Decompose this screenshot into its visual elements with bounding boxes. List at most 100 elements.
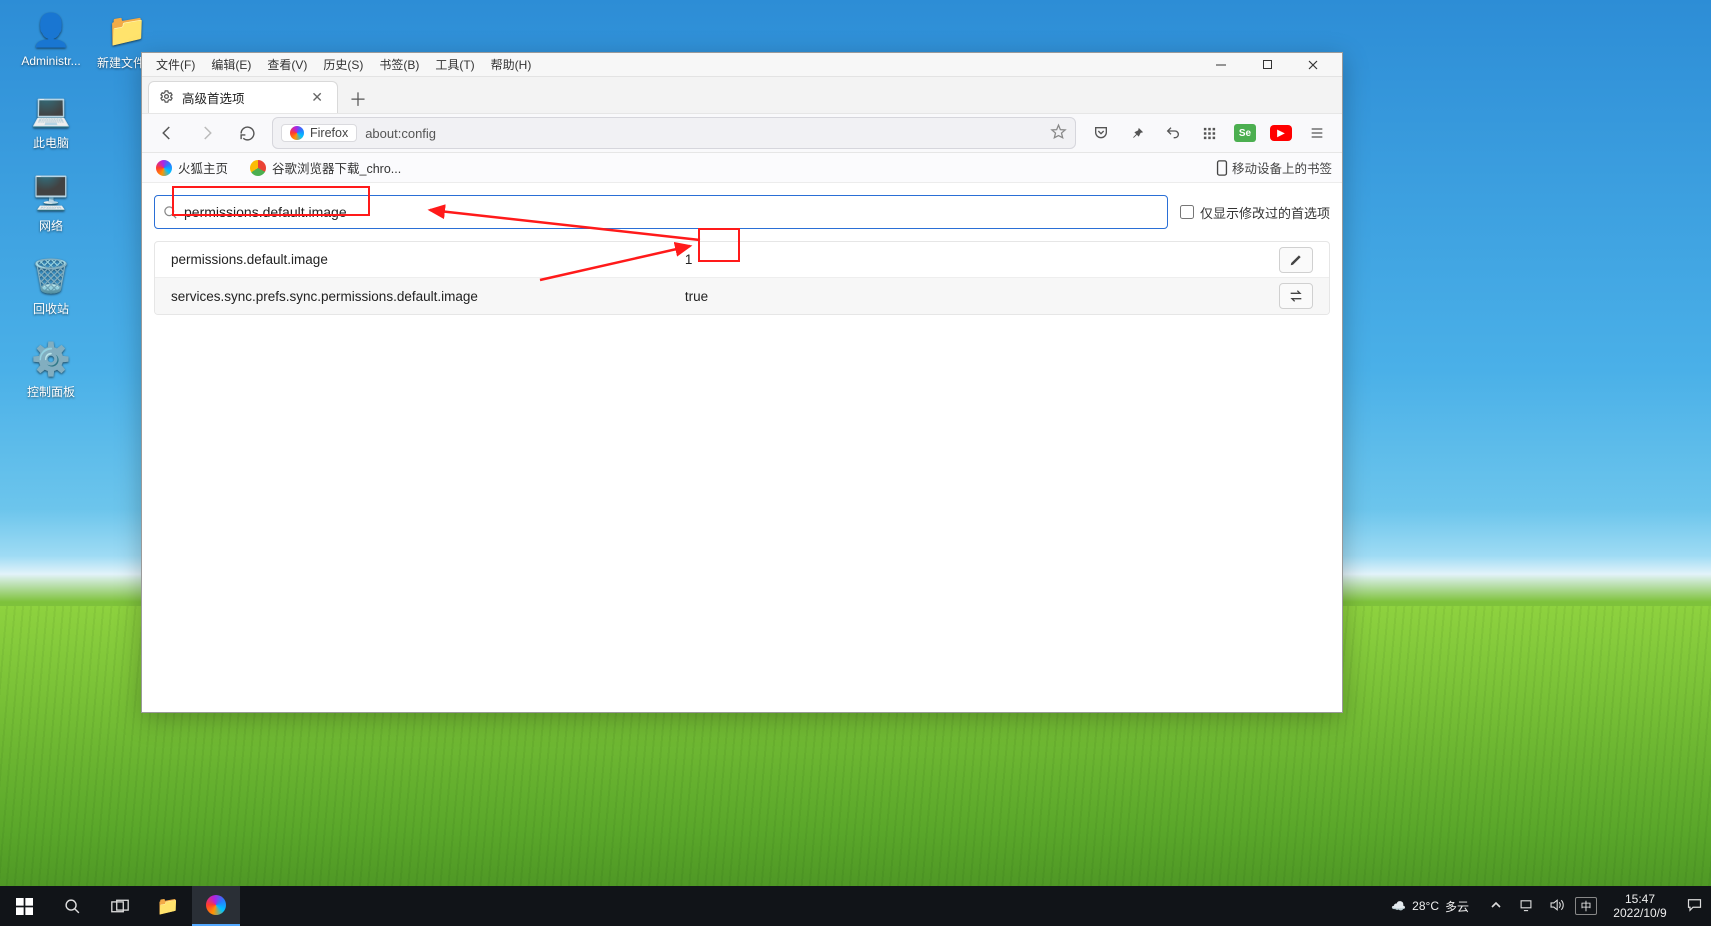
taskbar-firefox[interactable] [192,886,240,926]
menu-tools[interactable]: 工具(T) [427,54,482,75]
bookmark-label: 谷歌浏览器下载_chro... [272,158,401,177]
tray-network[interactable] [1515,898,1537,915]
forward-button[interactable] [192,118,222,148]
edit-pref-button[interactable] [1279,247,1313,273]
tab-strip: 高级首选项 ✕ ＋ [142,77,1342,113]
tab-about-config[interactable]: 高级首选项 ✕ [148,81,338,113]
pocket-icon [1093,125,1109,141]
taskbar: 📁 ☁️ 28°C 多云 中 15:47 2022/10/9 [0,886,1711,926]
desktop-icon-control-panel[interactable]: ⚙️ 控制面板 [14,339,88,400]
about-config-content: 仅显示修改过的首选项 permissions.default.image 1 s… [142,183,1342,712]
pin-button[interactable] [1122,118,1152,148]
gear-icon: ⚙️ [27,339,75,379]
selenium-extension-button[interactable]: Se [1230,118,1260,148]
desktop-icon-network[interactable]: 🖥️ 网络 [14,173,88,234]
task-view-button[interactable] [96,886,144,926]
pref-value: 1 [685,252,1142,267]
bookmark-star-button[interactable] [1050,123,1067,143]
menu-edit[interactable]: 编辑(E) [203,54,259,75]
folder-icon: 📁 [103,10,151,50]
show-modified-only-option[interactable]: 仅显示修改过的首选项 [1180,203,1330,222]
config-search-box[interactable] [154,195,1168,229]
tray-action-center[interactable] [1683,898,1705,915]
system-tray: ☁️ 28°C 多云 中 15:47 2022/10/9 [1383,886,1711,926]
back-button[interactable] [152,118,182,148]
undo-icon [1165,125,1181,141]
nav-toolbar: Firefox about:config Se ▶ [142,113,1342,153]
tab-close-button[interactable]: ✕ [307,87,327,108]
monitor-icon: 💻 [27,90,75,130]
reload-icon [239,125,256,142]
show-modified-only-checkbox[interactable] [1180,205,1194,219]
network-icon: 🖥️ [27,173,75,213]
identity-chip[interactable]: Firefox [281,124,357,142]
save-to-pocket-button[interactable] [1086,118,1116,148]
pencil-icon [1289,253,1303,267]
minimize-icon [1215,59,1227,71]
swap-icon [1288,289,1304,303]
hamburger-icon [1309,125,1325,141]
window-maximize-button[interactable] [1244,53,1290,77]
taskbar-file-explorer[interactable]: 📁 [144,886,192,926]
taskview-icon [111,899,129,913]
bookmark-chrome-download[interactable]: 谷歌浏览器下载_chro... [246,156,405,179]
notification-icon [1687,898,1702,912]
menu-file[interactable]: 文件(F) [148,54,203,75]
search-icon [163,205,178,220]
menu-history[interactable]: 历史(S) [315,54,371,75]
windows-icon [16,898,33,915]
window-controls [1198,53,1336,77]
start-button[interactable] [0,886,48,926]
bookmark-firefox-home[interactable]: 火狐主页 [152,156,232,179]
tray-volume[interactable] [1545,898,1567,915]
desktop-icon-this-pc[interactable]: 💻 此电脑 [14,90,88,151]
app-menu-button[interactable] [1302,118,1332,148]
menu-view[interactable]: 查看(V) [259,54,315,75]
arrow-left-icon [158,124,176,142]
desktop-icon-label: 网络 [14,217,88,234]
show-modified-only-label: 仅显示修改过的首选项 [1200,203,1330,222]
grid-icon [1202,126,1217,141]
address-bar[interactable]: Firefox about:config [272,117,1076,149]
firefox-window: 文件(F) 编辑(E) 查看(V) 历史(S) 书签(B) 工具(T) 帮助(H… [141,52,1343,713]
reload-button[interactable] [232,118,262,148]
config-row[interactable]: services.sync.prefs.sync.permissions.def… [155,278,1329,314]
tray-clock[interactable]: 15:47 2022/10/9 [1605,892,1675,920]
desktop-icon-recycle-bin[interactable]: 🗑️ 回收站 [14,256,88,317]
close-icon [1307,59,1319,71]
tray-ime[interactable]: 中 [1575,897,1597,915]
undo-button[interactable] [1158,118,1188,148]
new-tab-button[interactable]: ＋ [344,85,372,113]
mobile-bookmarks-label: 移动设备上的书签 [1232,158,1332,177]
identity-label: Firefox [310,126,348,140]
window-minimize-button[interactable] [1198,53,1244,77]
menu-bookmarks[interactable]: 书签(B) [371,54,427,75]
bookmarks-bar: 火狐主页 谷歌浏览器下载_chro... 移动设备上的书签 [142,153,1342,183]
mobile-bookmarks-link[interactable]: 移动设备上的书签 [1216,158,1332,177]
arrow-right-icon [198,124,216,142]
config-search-input[interactable] [184,204,1159,220]
config-row[interactable]: permissions.default.image 1 [155,242,1329,278]
search-button[interactable] [48,886,96,926]
selenium-icon: Se [1234,124,1256,142]
youtube-extension-button[interactable]: ▶ [1266,118,1296,148]
desktop-icon-label: 此电脑 [14,134,88,151]
config-search-row: 仅显示修改过的首选项 [154,195,1330,229]
config-results-table: permissions.default.image 1 services.syn… [154,241,1330,315]
firefox-icon [206,895,226,915]
weather-temp: 28°C [1412,899,1439,913]
window-close-button[interactable] [1290,53,1336,77]
desktop-icon-administrator[interactable]: 👤 Administr... [14,10,88,68]
apps-grid-button[interactable] [1194,118,1224,148]
star-icon [1050,123,1067,140]
desktop-icon-label: Administr... [14,54,88,68]
cloud-icon: ☁️ [1391,899,1406,913]
tray-chevron[interactable] [1485,899,1507,914]
person-icon: 👤 [27,10,75,50]
trash-icon: 🗑️ [27,256,75,296]
desktop-icon-label: 控制面板 [14,383,88,400]
taskbar-left: 📁 [0,886,240,926]
toggle-pref-button[interactable] [1279,283,1313,309]
menu-help[interactable]: 帮助(H) [483,54,540,75]
tray-weather[interactable]: ☁️ 28°C 多云 [1383,898,1477,915]
